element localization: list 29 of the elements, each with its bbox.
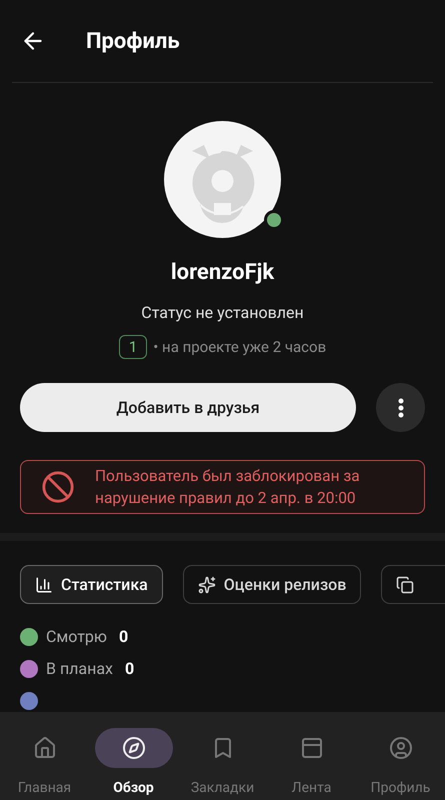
stat-label: В планах [46, 658, 113, 680]
bar-chart-icon [35, 576, 53, 594]
copy-icon [396, 576, 414, 594]
add-friend-button[interactable]: Добавить в друзья [20, 383, 356, 432]
stat-label: Смотрю [46, 626, 107, 648]
nav-item[interactable]: Лента [268, 728, 356, 799]
status-text: Статус не установлен [141, 302, 304, 324]
user-icon [388, 736, 412, 760]
more-icon [398, 398, 404, 418]
nav-item[interactable]: Главная [0, 728, 88, 799]
nav-item[interactable]: Закладки [178, 728, 266, 799]
more-button[interactable] [376, 383, 425, 432]
nav-item[interactable]: Обзор [90, 728, 178, 799]
page-title: Профиль [86, 28, 180, 56]
stat-count: 0 [118, 626, 128, 648]
ban-icon [41, 470, 75, 504]
ban-message: Пользователь был заблокирован за нарушение правил до 2 апр. в 20:00 [95, 466, 361, 509]
tab[interactable] [381, 565, 445, 604]
level-badge: 1 [118, 335, 148, 359]
compass-icon [122, 736, 146, 760]
tab[interactable]: Статистика [20, 565, 163, 604]
window-icon [300, 736, 324, 760]
home-icon [32, 736, 56, 760]
tab[interactable]: Оценки релизов [182, 565, 362, 604]
stat-count: 0 [125, 658, 134, 680]
membership-text: • на проекте уже 2 часов [153, 336, 326, 358]
username: lorenzoFjk [170, 259, 274, 287]
nav-item[interactable]: Профиль [356, 728, 444, 799]
sparkle-star-icon [198, 576, 216, 594]
